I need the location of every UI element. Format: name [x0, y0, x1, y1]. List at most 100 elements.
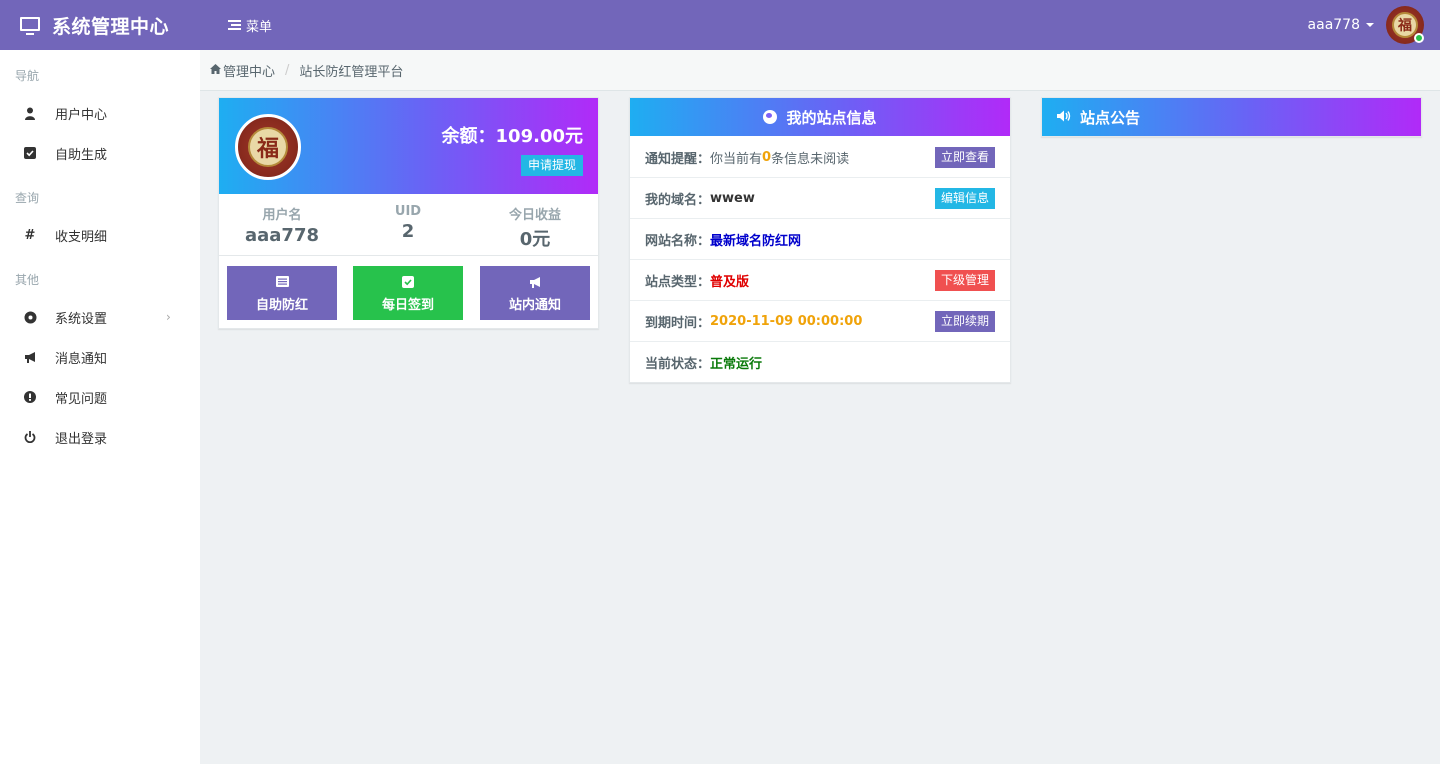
stat-uid: UID 2 — [345, 204, 471, 242]
stat-label: 今日收益 — [508, 208, 561, 223]
site-notice-button[interactable]: 站内通知 — [480, 266, 590, 320]
stat-value: aaa778 — [244, 225, 319, 246]
sidebar-item-label: 常见问题 — [55, 391, 108, 407]
unread-count: 0 — [762, 149, 772, 165]
user-card: 福 余额：109.00元 申请提现 用户名 aaa778 UID 2 今日收益 … — [218, 97, 599, 329]
home-icon — [210, 63, 221, 77]
megaphone-icon — [480, 276, 590, 290]
megaphone-icon — [23, 350, 37, 364]
sidebar-item-label: 收支明细 — [55, 229, 108, 245]
brand[interactable]: 系统管理中心 — [20, 0, 169, 50]
row-site-type: 站点类型： 普及版 下级管理 — [630, 260, 1010, 301]
notice-title: 站点公告 — [1080, 108, 1141, 127]
chevron-right-icon: › — [166, 310, 171, 324]
user-icon — [23, 106, 37, 120]
user-stats: 用户名 aaa778 UID 2 今日收益 0元 — [219, 194, 598, 256]
list-icon — [227, 276, 337, 290]
settings-icon — [23, 310, 37, 324]
notice-panel: 站点公告 — [1041, 97, 1422, 137]
button-label: 自助防红 — [255, 298, 308, 313]
site-type-value: 普及版 — [710, 274, 750, 290]
renew-button[interactable]: 立即续期 — [934, 311, 995, 332]
site-info-panel: 我的站点信息 通知提醒： 你当前有 0 条信息未阅读 立即查看 我的域名： ww… — [629, 97, 1011, 383]
sidebar: 导航 用户中心 自助生成 查询 # 收支明细 其他 系统设置 › 消息通知 常见… — [0, 50, 200, 764]
stat-today-income: 今日收益 0元 — [472, 204, 598, 251]
site-name-value: 最新域名防红网 — [710, 233, 802, 249]
button-label: 站内通知 — [508, 298, 561, 313]
breadcrumb-separator: / — [285, 62, 290, 78]
sidebar-item-faq[interactable]: 常见问题 — [0, 377, 200, 417]
status-value: 正常运行 — [710, 357, 763, 372]
monitor-icon — [20, 17, 40, 35]
avatar[interactable]: 福 — [1386, 6, 1424, 44]
row-domain: 我的域名： wwew 编辑信息 — [630, 178, 1010, 219]
sidebar-item-messages[interactable]: 消息通知 — [0, 337, 200, 377]
stat-value: 2 — [401, 221, 415, 242]
expire-value: 2020-11-09 00:00:00 — [710, 313, 863, 329]
globe-icon — [763, 110, 778, 124]
stat-username: 用户名 aaa778 — [219, 204, 345, 246]
user-card-header: 福 余额：109.00元 申请提现 — [219, 98, 598, 194]
stat-value: 0元 — [519, 229, 551, 250]
caret-down-icon — [1366, 23, 1374, 27]
domain-value: wwew — [710, 190, 755, 206]
withdraw-button[interactable]: 申请提现 — [520, 155, 583, 176]
sidebar-item-label: 消息通知 — [55, 351, 108, 367]
top-navbar: 系统管理中心 菜单 aaa778 福 — [0, 0, 1440, 50]
username: aaa778 — [1307, 17, 1360, 33]
menu-toggle-button[interactable]: 菜单 — [228, 0, 272, 50]
sidebar-item-system-settings[interactable]: 系统设置 › — [0, 297, 200, 337]
row-text-post: 条信息未阅读 — [771, 151, 850, 167]
power-icon — [23, 430, 37, 444]
sidebar-item-transactions[interactable]: # 收支明细 — [0, 215, 200, 255]
hash-icon: # — [24, 227, 36, 243]
row-key: 通知提醒： — [645, 151, 711, 167]
row-key: 我的域名： — [645, 192, 711, 208]
row-key: 到期时间： — [645, 315, 711, 331]
row-notification: 通知提醒： 你当前有 0 条信息未阅读 立即查看 — [630, 137, 1010, 178]
speaker-icon — [1057, 110, 1071, 125]
row-key: 网站名称： — [645, 233, 711, 249]
online-status-dot — [1414, 33, 1424, 43]
user-dropdown[interactable]: aaa778 — [1308, 0, 1374, 50]
checkbox-icon — [23, 146, 37, 160]
menu-icon — [228, 20, 241, 30]
row-text-pre: 你当前有 — [710, 151, 763, 167]
nav-section-title: 导航 — [15, 69, 40, 83]
nav-section-title: 查询 — [15, 191, 40, 205]
breadcrumb: 管理中心 / 站长防红管理平台 — [200, 50, 1440, 91]
avatar-glyph: 福 — [248, 127, 288, 167]
notice-header: 站点公告 — [1042, 98, 1421, 136]
sidebar-item-logout[interactable]: 退出登录 — [0, 417, 200, 457]
view-now-button[interactable]: 立即查看 — [934, 147, 995, 168]
menu-label: 菜单 — [246, 19, 273, 35]
exclamation-icon — [23, 390, 37, 404]
sidebar-item-label: 系统设置 — [55, 311, 108, 327]
row-site-name: 网站名称： 最新域名防红网 — [630, 219, 1010, 260]
user-card-avatar: 福 — [235, 114, 301, 180]
self-antired-button[interactable]: 自助防红 — [227, 266, 337, 320]
sidebar-item-label: 用户中心 — [55, 107, 108, 123]
site-info-header: 我的站点信息 — [630, 98, 1010, 136]
balance-text: 余额：109.00元 — [441, 126, 583, 147]
nav-section-title: 其他 — [15, 273, 40, 287]
sidebar-item-self-generate[interactable]: 自助生成 — [0, 133, 200, 173]
stat-label: UID — [394, 204, 422, 219]
row-status: 当前状态： 正常运行 — [630, 342, 1010, 383]
breadcrumb-current: 站长防红管理平台 — [299, 64, 404, 80]
sidebar-item-label: 自助生成 — [55, 147, 108, 163]
daily-checkin-button[interactable]: 每日签到 — [353, 266, 463, 320]
sidebar-item-label: 退出登录 — [55, 431, 108, 447]
breadcrumb-home-link[interactable]: 管理中心 — [223, 61, 275, 80]
site-info-title: 我的站点信息 — [786, 108, 877, 127]
row-key: 当前状态： — [645, 357, 711, 372]
stat-label: 用户名 — [262, 208, 302, 223]
checkbox-icon — [353, 276, 463, 290]
app-title: 系统管理中心 — [52, 15, 170, 38]
sub-manage-button[interactable]: 下级管理 — [934, 270, 995, 291]
button-label: 每日签到 — [381, 298, 434, 313]
edit-info-button[interactable]: 编辑信息 — [934, 188, 995, 209]
sidebar-item-user-center[interactable]: 用户中心 — [0, 93, 200, 133]
row-key: 站点类型： — [645, 274, 711, 290]
row-expire: 到期时间： 2020-11-09 00:00:00 立即续期 — [630, 301, 1010, 342]
